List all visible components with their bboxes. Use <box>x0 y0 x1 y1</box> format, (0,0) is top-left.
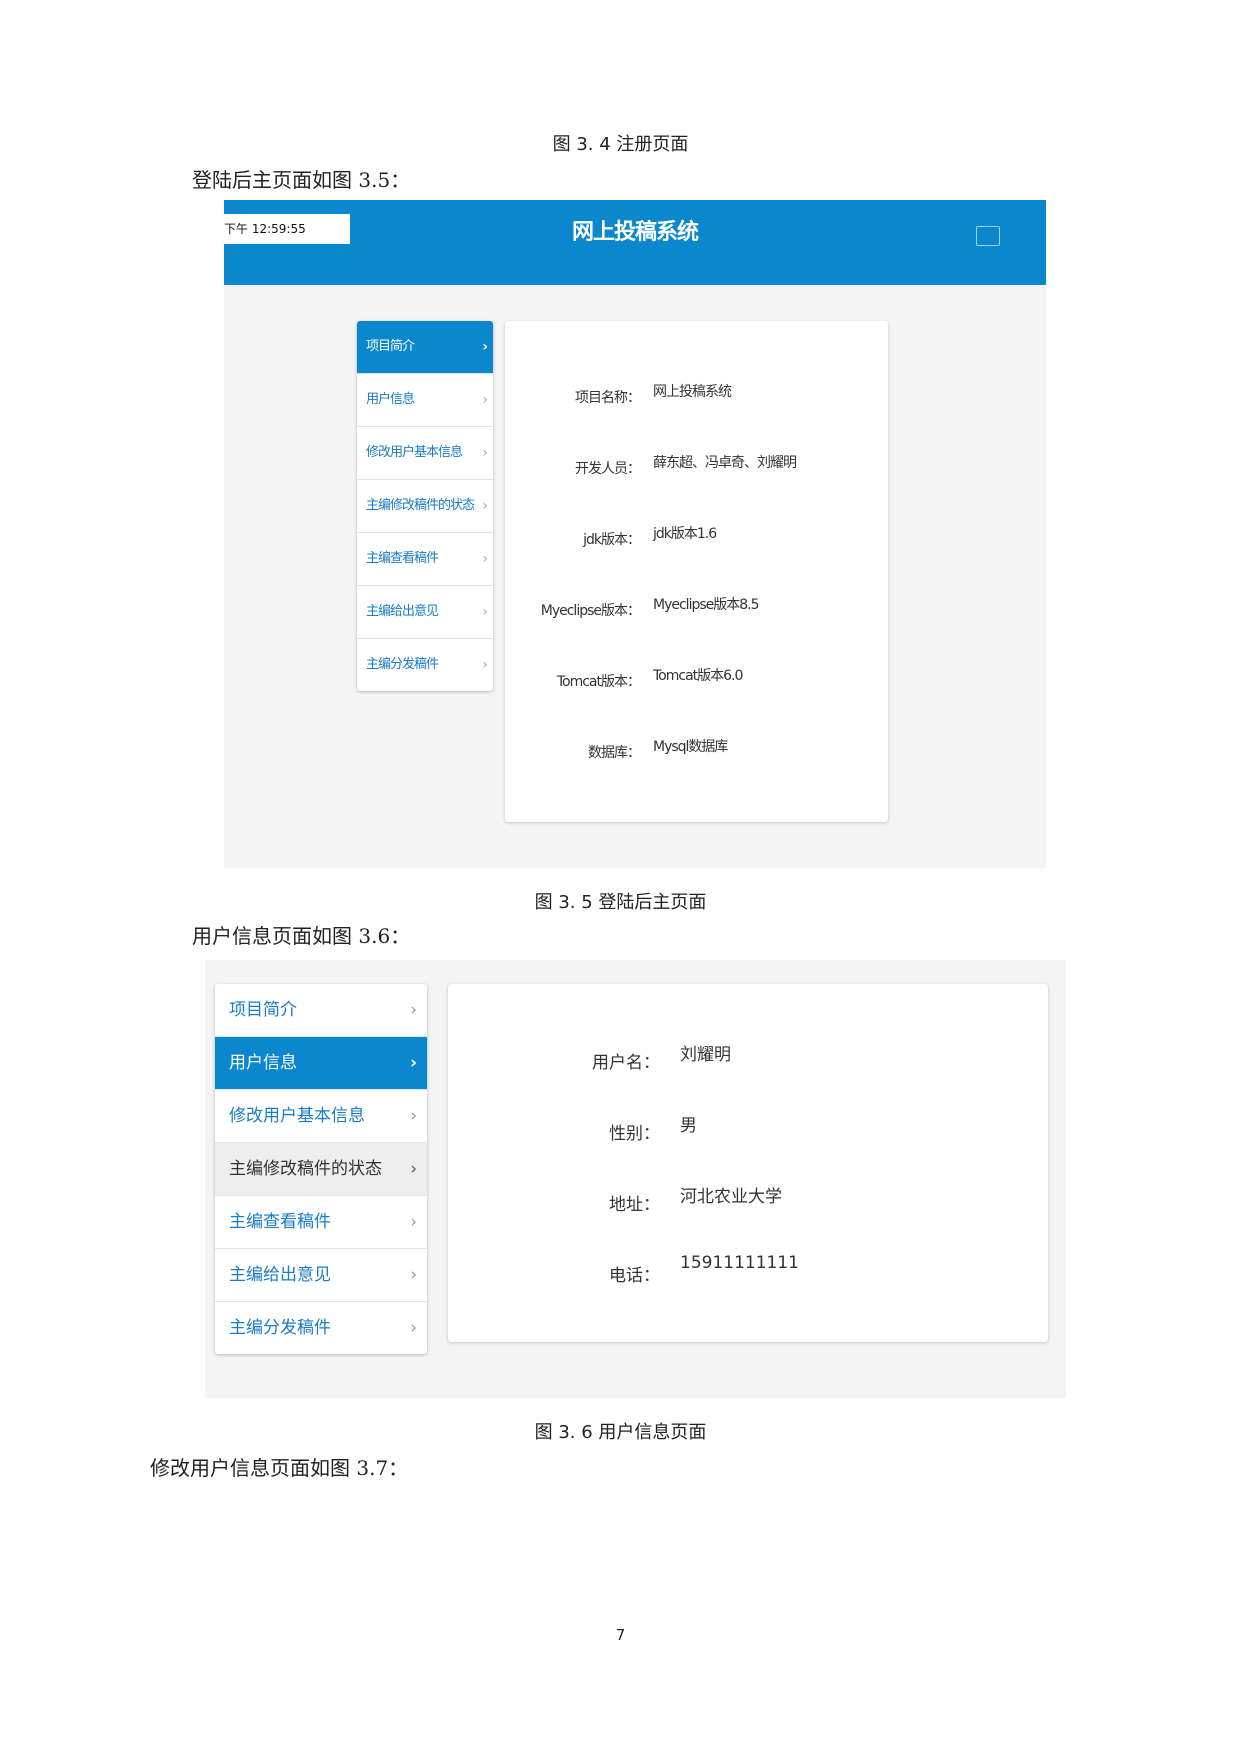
figure-3-6-screenshot: 项目简介 › 用户信息 › 修改用户基本信息 › 主编修改稿件的状态 › 主编查看稿件 ›… <box>205 960 1066 1398</box>
info-key: 开发人员： <box>575 461 641 477</box>
info-value: jdk版本1.6 <box>653 526 717 542</box>
info-key: 电话： <box>609 1266 660 1286</box>
sidebar-item-label: 用户信息 <box>366 392 415 407</box>
sidebar-item-label: 项目简介 <box>366 339 415 354</box>
sidebar-item-edit-user[interactable]: 修改用户基本信息 › <box>357 427 493 480</box>
info-row: Myeclipse版本： Myeclipse版本8.5 <box>505 594 888 624</box>
info-value: 刘耀明 <box>680 1045 731 1065</box>
sidebar-item-label: 主编给出意见 <box>366 604 439 619</box>
sidebar-item-give-opinion[interactable]: 主编给出意见 › <box>357 586 493 639</box>
sidebar-item-give-opinion[interactable]: 主编给出意见 › <box>215 1249 427 1302</box>
sidebar-item-label: 主编查看稿件 <box>366 551 439 566</box>
sidebar-item-edit-status[interactable]: 主编修改稿件的状态 › <box>357 480 493 533</box>
info-value: 网上投稿系统 <box>653 384 732 400</box>
sidebar-item-label: 主编修改稿件的状态 <box>366 498 475 513</box>
info-value: Myeclipse版本8.5 <box>653 597 760 613</box>
sidebar-item-label: 项目简介 <box>229 1000 297 1020</box>
sidebar-item-edit-user[interactable]: 修改用户基本信息 › <box>215 1090 427 1143</box>
paragraph-fig-3-7-intro: 修改用户信息页面如图 3.7： <box>150 1456 409 1480</box>
sidebar-item-edit-status[interactable]: 主编修改稿件的状态 › <box>215 1143 427 1196</box>
info-value: Tomcat版本6.0 <box>653 668 743 684</box>
info-row: 性别： 男 <box>448 1111 1048 1144</box>
chevron-right-icon: › <box>410 1212 417 1232</box>
info-key: 地址： <box>609 1195 660 1215</box>
info-key: Myeclipse版本： <box>540 603 641 619</box>
sidebar-item-user-info[interactable]: 用户信息 › <box>215 1037 427 1090</box>
user-info-panel: 用户名： 刘耀明 性别： 男 地址： 河北农业大学 电话： 15911111111 <box>448 984 1048 1342</box>
info-value: 河北农业大学 <box>680 1187 782 1207</box>
sidebar-item-label: 主编分发稿件 <box>366 657 439 672</box>
info-row: jdk版本： jdk版本1.6 <box>505 523 888 553</box>
sidebar-item-view-manuscripts[interactable]: 主编查看稿件 › <box>215 1196 427 1249</box>
info-key: 项目名称： <box>575 390 641 406</box>
chevron-right-icon: › <box>410 1159 417 1179</box>
chevron-right-icon: › <box>410 1106 417 1126</box>
info-value: 男 <box>680 1116 697 1136</box>
sidebar-item-project-intro[interactable]: 项目简介 › <box>215 984 427 1037</box>
app-title: 网上投稿系统 <box>571 220 699 245</box>
chevron-right-icon: › <box>410 1318 417 1338</box>
page-number: 7 <box>615 1626 626 1644</box>
info-key: Tomcat版本： <box>556 674 641 690</box>
sidebar-item-label: 主编给出意见 <box>229 1265 331 1285</box>
chevron-right-icon: › <box>482 604 488 620</box>
sidebar-item-label: 主编分发稿件 <box>229 1318 331 1338</box>
paragraph-fig-3-5-intro: 登陆后主页面如图 3.5： <box>192 168 411 192</box>
chevron-right-icon: › <box>409 1053 417 1073</box>
sidebar-menu: 项目简介 › 用户信息 › 修改用户基本信息 › 主编修改稿件的状态 › 主编查看稿件 ›… <box>215 984 427 1354</box>
sidebar-menu: 项目简介 › 用户信息 › 修改用户基本信息 › 主编修改稿件的状态 › 主编查看稿件 ›… <box>357 321 493 691</box>
chevron-right-icon: › <box>482 551 488 567</box>
sidebar-item-label: 主编查看稿件 <box>229 1212 331 1232</box>
figure-3-5-screenshot: 下午 12:59:55 网上投稿系统 项目简介 › 用户信息 › 修改用户基本信息 ›… <box>222 200 1046 868</box>
info-row: 用户名： 刘耀明 <box>448 1040 1048 1073</box>
info-row: Tomcat版本： Tomcat版本6.0 <box>505 665 888 695</box>
sidebar-item-user-info[interactable]: 用户信息 › <box>357 374 493 427</box>
chevron-right-icon: › <box>410 1000 417 1020</box>
chevron-right-icon: › <box>410 1265 417 1285</box>
chevron-right-icon: › <box>482 339 488 355</box>
chevron-right-icon: › <box>482 445 488 461</box>
info-key: jdk版本： <box>583 532 641 548</box>
sidebar-item-label: 主编修改稿件的状态 <box>229 1159 382 1179</box>
sidebar-item-view-manuscripts[interactable]: 主编查看稿件 › <box>357 533 493 586</box>
sidebar-item-distribute[interactable]: 主编分发稿件 › <box>357 639 493 691</box>
info-value: 薛东超、冯卓奇、刘耀明 <box>653 455 797 471</box>
paragraph-fig-3-6-intro: 用户信息页面如图 3.6： <box>192 924 411 948</box>
project-info-panel: 项目名称： 网上投稿系统 开发人员： 薛东超、冯卓奇、刘耀明 jdk版本： jdk版本… <box>505 321 888 822</box>
chevron-right-icon: › <box>482 657 488 673</box>
info-key: 数据库： <box>588 745 641 761</box>
sidebar-item-label: 用户信息 <box>229 1053 297 1073</box>
figure-3-5-caption: 图 3. 5 登陆后主页面 <box>534 892 707 913</box>
info-row: 地址： 河北农业大学 <box>448 1182 1048 1215</box>
sidebar-item-distribute[interactable]: 主编分发稿件 › <box>215 1302 427 1354</box>
info-key: 性别： <box>609 1124 660 1144</box>
sidebar-item-label: 修改用户基本信息 <box>366 445 463 460</box>
figure-3-4-caption: 图 3. 4 注册页面 <box>552 134 689 155</box>
info-row: 开发人员： 薛东超、冯卓奇、刘耀明 <box>505 452 888 482</box>
figure-3-6-caption: 图 3. 6 用户信息页面 <box>534 1422 707 1443</box>
info-row: 数据库： Mysql数据库 <box>505 736 888 766</box>
sidebar-item-project-intro[interactable]: 项目简介 › <box>357 321 493 374</box>
info-value: Mysql数据库 <box>653 739 728 755</box>
chevron-right-icon: › <box>482 498 488 514</box>
sidebar-item-label: 修改用户基本信息 <box>229 1106 365 1126</box>
chevron-right-icon: › <box>482 392 488 408</box>
info-key: 用户名： <box>592 1053 660 1073</box>
app-header: 下午 12:59:55 网上投稿系统 <box>222 200 1046 285</box>
info-row: 电话： 15911111111 <box>448 1253 1048 1286</box>
info-row: 项目名称： 网上投稿系统 <box>505 381 888 411</box>
info-value: 15911111111 <box>680 1253 799 1273</box>
logout-icon[interactable] <box>976 226 1000 246</box>
